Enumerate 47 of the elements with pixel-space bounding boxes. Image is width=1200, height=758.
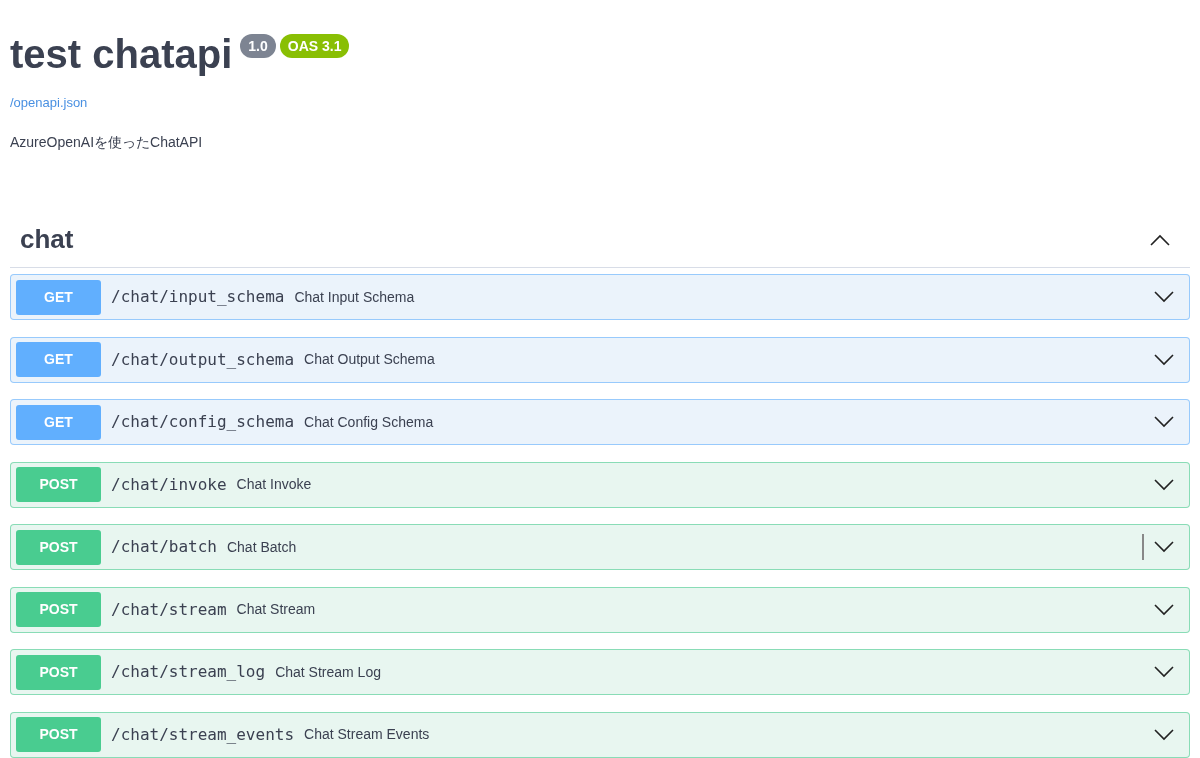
operation-row[interactable]: POST /chat/stream_events Chat Stream Events [10,711,1190,758]
chevron-down-icon[interactable] [1154,666,1174,678]
operation-summary: Chat Invoke [236,475,312,494]
operation-row[interactable]: GET /chat/config_schema Chat Config Schema [10,399,1190,445]
chevron-down-icon[interactable] [1154,541,1174,553]
operation-path: /chat/invoke [111,473,227,496]
chevron-down-icon[interactable] [1154,478,1174,491]
method-badge: GET [16,404,101,440]
operation-summary: Chat Stream Log [275,662,381,682]
operation-summary: Chat Stream [236,600,316,619]
chevron-down-icon[interactable] [1154,728,1174,741]
operation-summary: Chat Batch [226,537,297,557]
chevron-down-icon[interactable] [1154,603,1174,616]
method-badge: POST [16,654,101,690]
chevron-down-icon[interactable] [1154,353,1174,366]
operation-row[interactable]: POST /chat/batch Chat Batch [10,524,1190,570]
version-badge: 1.0 [240,34,276,58]
operation-summary: Chat Output Schema [304,350,435,369]
method-badge: POST [16,467,101,502]
oas-version-badge: OAS 3.1 [279,34,350,58]
operation-row[interactable]: POST /chat/stream_log Chat Stream Log [10,649,1190,695]
operation-row[interactable]: GET /chat/input_schema Chat Input Schema [10,274,1190,320]
operation-path: /chat/stream_log [111,661,266,683]
method-badge: GET [16,279,101,315]
operation-summary: Chat Input Schema [294,287,415,307]
api-title: test chatapi [10,31,233,78]
operation-path: /chat/batch [111,536,217,558]
method-badge: POST [16,717,101,752]
method-badge: POST [16,529,101,565]
method-badge: POST [16,592,101,627]
operation-row[interactable]: GET /chat/output_schema Chat Output Schema [10,336,1190,383]
operation-path: /chat/config_schema [111,411,295,433]
operation-summary: Chat Config Schema [304,412,434,432]
operation-row[interactable]: POST /chat/invoke Chat Invoke [10,461,1190,508]
chevron-down-icon[interactable] [1154,416,1174,428]
section-header[interactable]: chat [10,212,1190,268]
api-description: AzureOpenAIを使ったChatAPI [10,133,204,152]
operation-path: /chat/stream_events [111,723,295,746]
section-title: chat [20,223,74,256]
chevron-up-icon[interactable] [1150,233,1170,246]
operation-path: /chat/input_schema [111,286,285,308]
operation-summary: Chat Stream Events [304,725,430,744]
operation-path: /chat/stream [111,598,227,621]
method-badge: GET [16,342,101,377]
chevron-down-icon[interactable] [1154,291,1174,303]
operation-row[interactable]: POST /chat/stream Chat Stream [10,586,1190,633]
operation-path: /chat/output_schema [111,348,295,371]
